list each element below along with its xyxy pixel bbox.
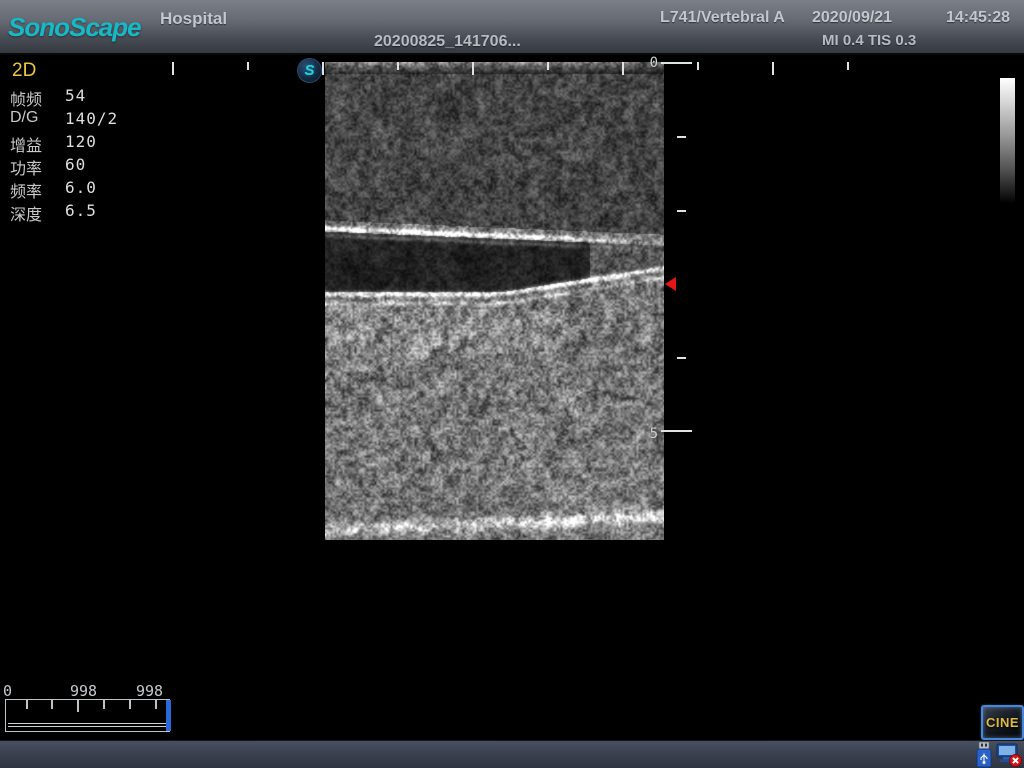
- depth-minor-tick: [677, 357, 686, 359]
- ultrasound-image: [325, 62, 664, 540]
- cine-track-line: [8, 726, 167, 727]
- param-value: 120: [65, 132, 97, 151]
- ruler-tick: [847, 62, 849, 70]
- depth-label-start: 0: [640, 55, 658, 71]
- cine-start-frame: 0: [3, 682, 12, 700]
- cine-current-frame: 998: [70, 682, 97, 700]
- param-row-gain: 增益 120: [8, 130, 158, 153]
- param-value: 6.5: [65, 201, 97, 220]
- cine-position-cursor[interactable]: [166, 700, 171, 731]
- parameter-panel: 帧频 54 D/G 140/2 增益 120 功率 60 频率 6.0 深度 6…: [8, 84, 158, 222]
- cine-total-frames: 998: [136, 682, 163, 700]
- sonoscape-logo: SonoScape: [8, 12, 141, 43]
- top-bar: SonoScape Hospital 20200825_141706... L7…: [0, 0, 1024, 55]
- depth-label-end: 5: [640, 426, 658, 442]
- cine-scrub-track[interactable]: [5, 699, 170, 732]
- mi-tis-values: MI 0.4 TIS 0.3: [822, 32, 916, 49]
- usb-storage-icon[interactable]: [974, 742, 994, 768]
- param-label: D/G: [10, 109, 38, 127]
- ruler-tick: [322, 62, 324, 75]
- taskbar: [0, 740, 1024, 768]
- param-value: 54: [65, 86, 86, 105]
- ruler-tick: [772, 62, 774, 75]
- hospital-name: Hospital: [160, 9, 227, 29]
- mode-label: 2D: [12, 60, 36, 82]
- cine-tick: [51, 700, 53, 709]
- grayscale-bar: [1000, 78, 1015, 203]
- cine-tick: [77, 700, 79, 712]
- cine-tick: [155, 700, 157, 709]
- param-value: 140/2: [65, 109, 118, 128]
- ruler-tick: [397, 62, 399, 70]
- ruler-tick: [472, 62, 474, 75]
- depth-minor-tick: [677, 136, 686, 138]
- param-value: 60: [65, 155, 86, 174]
- param-value: 6.0: [65, 178, 97, 197]
- exam-time: 14:45:28: [946, 9, 1010, 27]
- network-disconnected-icon[interactable]: [995, 742, 1023, 768]
- param-row-power: 功率 60: [8, 153, 158, 176]
- orientation-marker-icon: S: [297, 58, 322, 83]
- depth-minor-tick: [677, 210, 686, 212]
- cine-button[interactable]: CINE: [981, 705, 1024, 740]
- ultrasound-screen: SonoScape Hospital 20200825_141706... L7…: [0, 0, 1024, 768]
- focus-marker-icon: [665, 277, 676, 291]
- ruler-tick: [547, 62, 549, 70]
- cine-track-line: [8, 723, 167, 724]
- param-row-depth: 深度 6.5: [8, 199, 158, 222]
- param-row-frame-rate: 帧频 54: [8, 84, 158, 107]
- cine-tick: [129, 700, 131, 709]
- probe-preset: L741/Vertebral A: [660, 9, 785, 27]
- ruler-tick: [622, 62, 624, 75]
- depth-major-tick: [661, 62, 692, 64]
- ruler-tick: [172, 62, 174, 75]
- ruler-tick: [247, 62, 249, 70]
- param-row-dg: D/G 140/2: [8, 107, 158, 130]
- depth-major-tick: [661, 430, 692, 432]
- cine-tick: [103, 700, 105, 709]
- param-row-frequency: 频率 6.0: [8, 176, 158, 199]
- cine-tick: [26, 700, 28, 709]
- exam-date: 2020/09/21: [812, 9, 892, 27]
- param-label: 深度: [10, 201, 42, 225]
- ruler-tick: [697, 62, 699, 70]
- exam-id: 20200825_141706...: [374, 33, 521, 51]
